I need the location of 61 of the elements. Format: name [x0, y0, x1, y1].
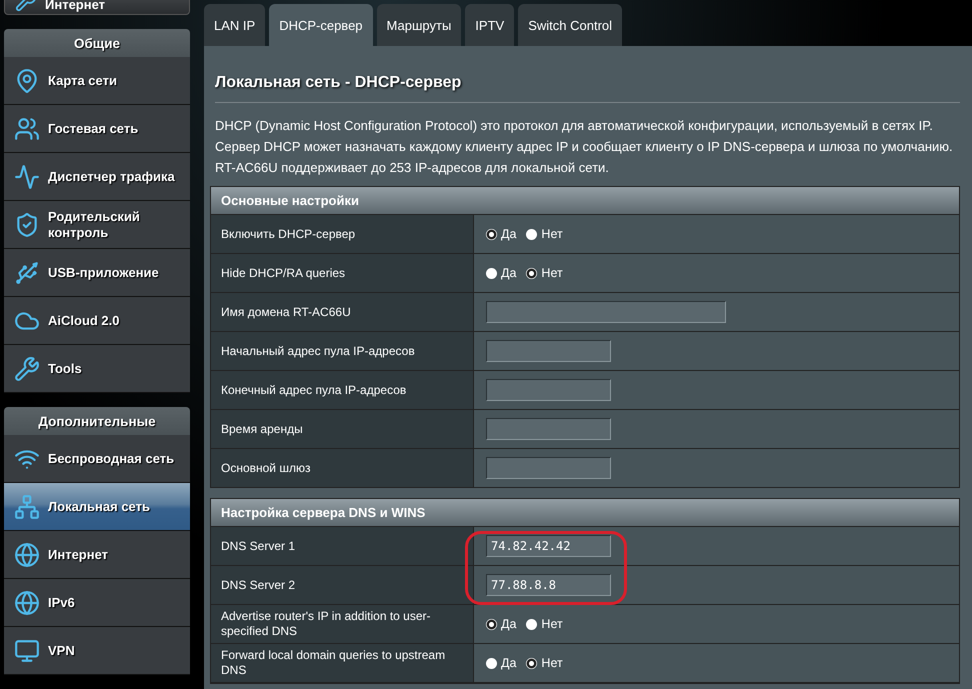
- input-field[interactable]: [486, 379, 611, 401]
- section-header: Настройка сервера DNS и WINS: [211, 499, 959, 527]
- input-field[interactable]: 77.88.8.8: [486, 574, 611, 596]
- radio-button[interactable]: [486, 268, 497, 278]
- input-field[interactable]: [486, 457, 611, 479]
- radio-button[interactable]: [526, 658, 538, 668]
- description-text: Сервер DHCP может назначать каждому клиенту адрес IP и сообщает клиенту о IP DNS-сервера и шлюза по умолчанию.: [215, 138, 954, 156]
- tab[interactable]: Маршруты: [376, 4, 462, 46]
- setting-label: Имя домена RT-AC66U: [211, 293, 474, 331]
- sidebar-section-header: Дополнительные: [4, 407, 190, 435]
- radio-label: Да: [501, 266, 516, 280]
- input-field[interactable]: 74.82.42.42: [486, 535, 611, 557]
- sidebar-item[interactable]: Локальная сеть: [4, 483, 190, 531]
- description-text: RT-AC66U поддерживает до 253 IP-адресов для локальной сети.: [215, 159, 610, 177]
- tab[interactable]: LAN IP: [204, 4, 266, 46]
- sidebar-item[interactable]: AiCloud 2.0: [4, 297, 190, 345]
- sidebar-item[interactable]: Tools: [4, 345, 190, 393]
- radio-label: Нет: [541, 656, 563, 670]
- sidebar-item[interactable]: USB-приложение: [4, 249, 190, 297]
- radio-button[interactable]: [486, 228, 497, 240]
- sidebar-item[interactable]: VPN: [4, 627, 190, 675]
- page-title: Локальная сеть - DHCP-сервер: [215, 74, 960, 103]
- setting-label: Время аренды: [211, 410, 474, 448]
- radio-label: Нет: [541, 266, 563, 280]
- tab[interactable]: DHCP-сервер: [269, 4, 373, 46]
- radio-button[interactable]: [526, 268, 538, 278]
- setting-label: Основной шлюз: [211, 449, 474, 487]
- sidebar-section-header: Общие: [4, 29, 190, 57]
- setting-label: Включить DHCP-сервер: [211, 215, 474, 253]
- input-field[interactable]: [486, 418, 611, 440]
- radio-label: Да: [501, 617, 516, 631]
- sidebar-item[interactable]: Диспетчер трафика: [4, 153, 190, 201]
- radio-button[interactable]: [526, 228, 538, 240]
- setting-label: Hide DHCP/RA queries: [211, 254, 474, 292]
- setting-label: DNS Server 1: [211, 527, 474, 565]
- tab[interactable]: IPTV: [465, 4, 514, 46]
- sidebar-item[interactable]: Гостевая сеть: [4, 105, 190, 153]
- tab[interactable]: Switch Control: [518, 4, 622, 46]
- radio-label: Да: [501, 656, 516, 670]
- sidebar-item-label: Интернет: [45, 0, 106, 12]
- sidebar-item[interactable]: Интернет: [4, 0, 190, 15]
- sidebar-item[interactable]: Беспроводная сеть: [4, 435, 190, 483]
- setting-label: Advertise router's IP in addition to user-specified DNS: [211, 605, 474, 643]
- input-field[interactable]: [486, 301, 726, 323]
- sidebar-item[interactable]: Карта сети: [4, 57, 190, 105]
- setting-label: DNS Server 2: [211, 566, 474, 604]
- radio-button[interactable]: [526, 618, 538, 630]
- radio-button[interactable]: [486, 618, 497, 630]
- sidebar-item[interactable]: IPv6: [4, 579, 190, 627]
- description-text: DHCP (Dynamic Host Configuration Protocol) это протокол для автоматической конфигурации, используемый в сетях IP.: [215, 117, 934, 135]
- sidebar-item[interactable]: Родительский контроль: [4, 201, 190, 249]
- setting-label: Forward local domain queries to upstream DNS: [211, 644, 474, 682]
- radio-label: Нет: [541, 227, 563, 241]
- section-header: Основные настройки: [211, 187, 959, 215]
- setting-label: Конечный адрес пула IP-адресов: [211, 371, 474, 409]
- radio-label: Нет: [541, 617, 563, 631]
- input-field[interactable]: [486, 340, 611, 362]
- radio-button[interactable]: [486, 658, 497, 668]
- sidebar-item[interactable]: Интернет: [4, 531, 190, 579]
- setting-label: Начальный адрес пула IP-адресов: [211, 332, 474, 370]
- radio-label: Да: [501, 227, 516, 241]
